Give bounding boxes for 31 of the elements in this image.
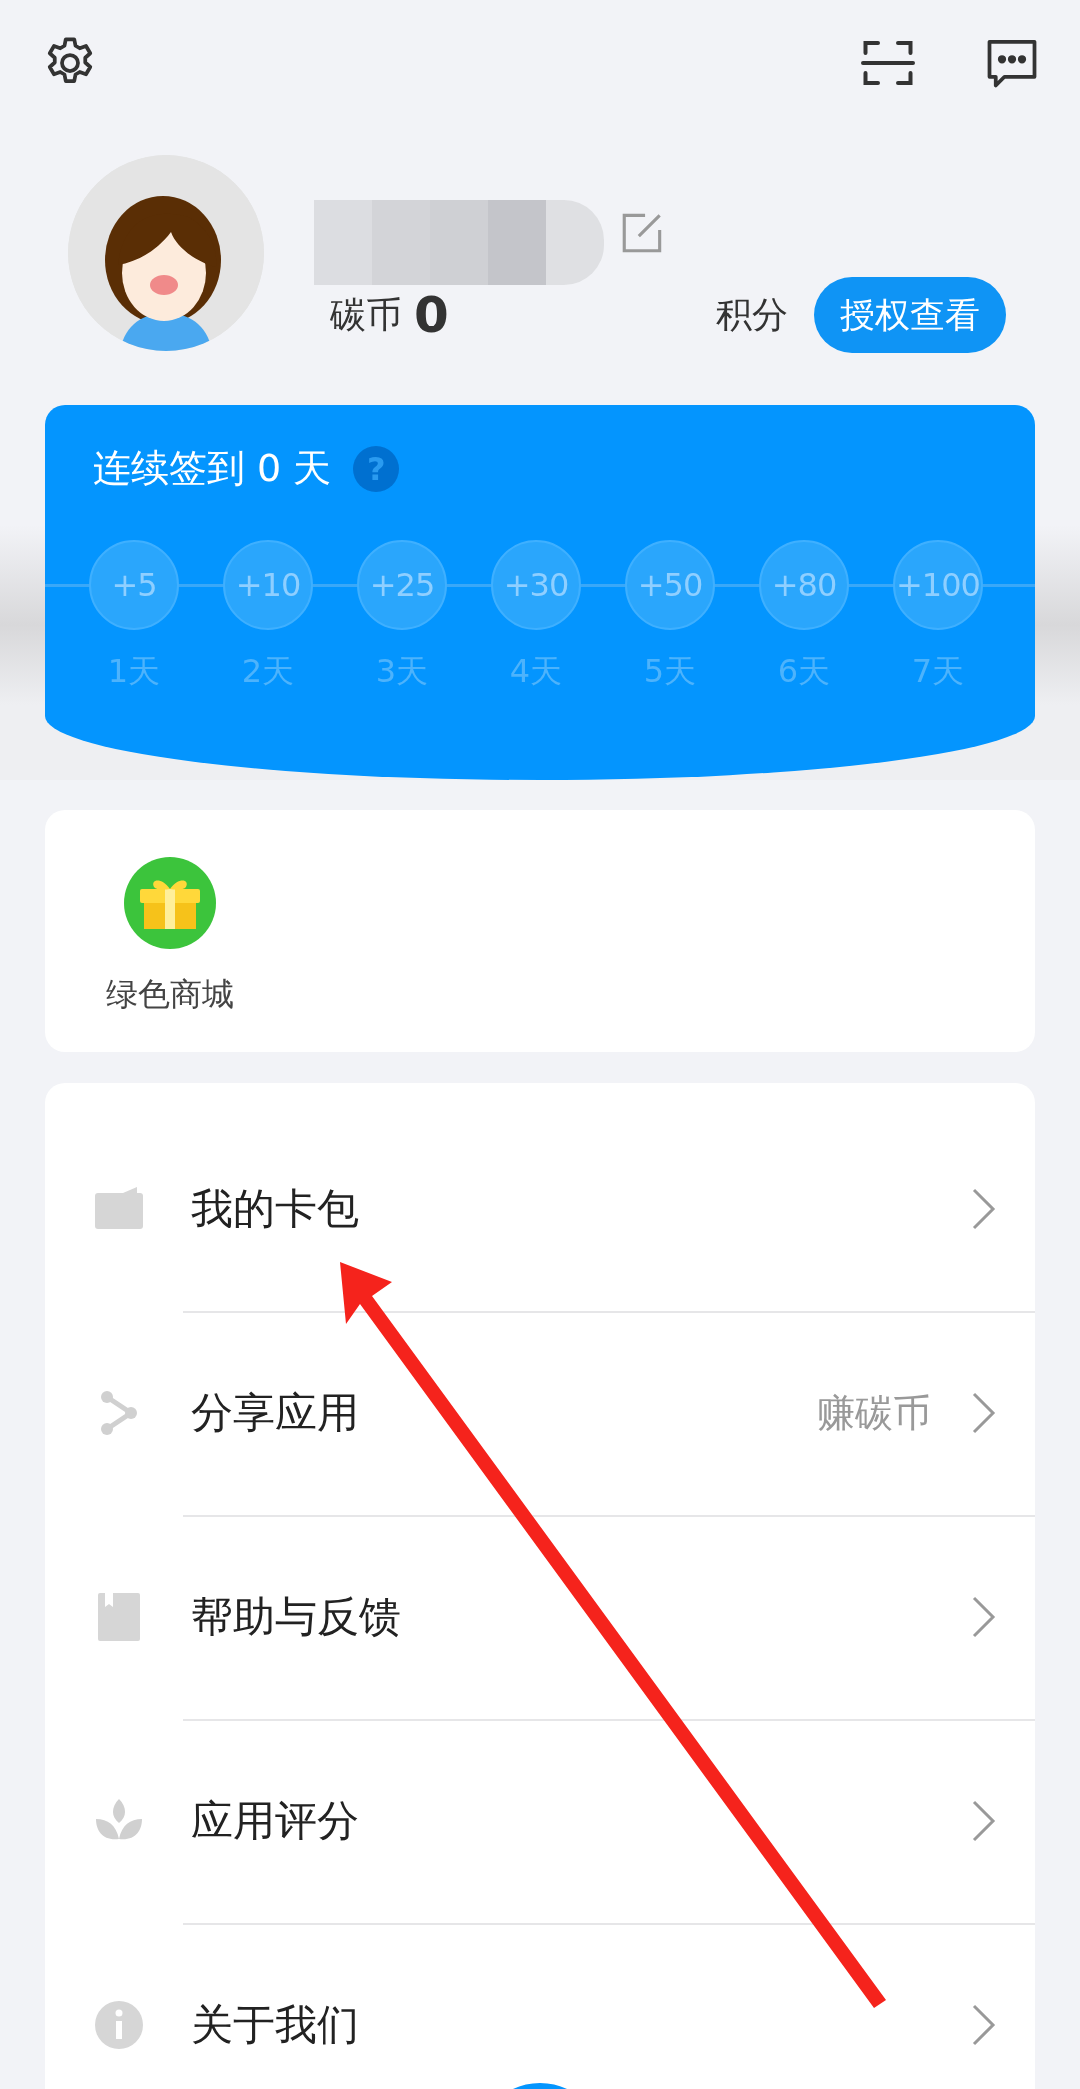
chevron-icon (971, 2003, 997, 2047)
day-label: 6天 (777, 651, 831, 692)
reward-badge: +30 (491, 540, 581, 630)
menu-item[interactable]: 帮助与反馈 (191, 1589, 401, 1645)
reward-badge: +100 (893, 540, 983, 630)
chevron-icon (971, 1187, 997, 1231)
day-label: 5天 (643, 651, 697, 692)
reward-badge: +50 (625, 540, 715, 630)
chevron-icon (971, 1391, 997, 1435)
reward-badge: +80 (759, 540, 849, 630)
chevron-icon (971, 1595, 997, 1639)
day-label: 1天 (107, 651, 161, 692)
menu-note: 赚碳币 (817, 1389, 931, 1437)
day-label: 7天 (911, 651, 965, 692)
reward-badge: +25 (357, 540, 447, 630)
day-label: 4天 (509, 651, 563, 692)
info-icon (93, 1999, 145, 2051)
coin-label: 碳币 (330, 292, 402, 337)
menu-item[interactable]: 我的卡包 (191, 1181, 359, 1237)
menu-item[interactable]: 应用评分 (191, 1793, 359, 1849)
reward-badge: +10 (223, 540, 313, 630)
shortcut-label[interactable]: 绿色商城 (106, 973, 234, 1017)
day-label: 2天 (241, 651, 295, 692)
chevron-icon (971, 1799, 997, 1843)
points-label: 积分 (716, 292, 788, 337)
checkin-title: 连续签到 0 天 (93, 445, 332, 492)
reward-badge: +5 (89, 540, 179, 630)
menu-item[interactable]: 分享应用 (191, 1385, 359, 1441)
coin-value: 0 (414, 286, 449, 344)
menu-item[interactable]: 关于我们 (191, 1997, 359, 2053)
day-label: 3天 (375, 651, 429, 692)
